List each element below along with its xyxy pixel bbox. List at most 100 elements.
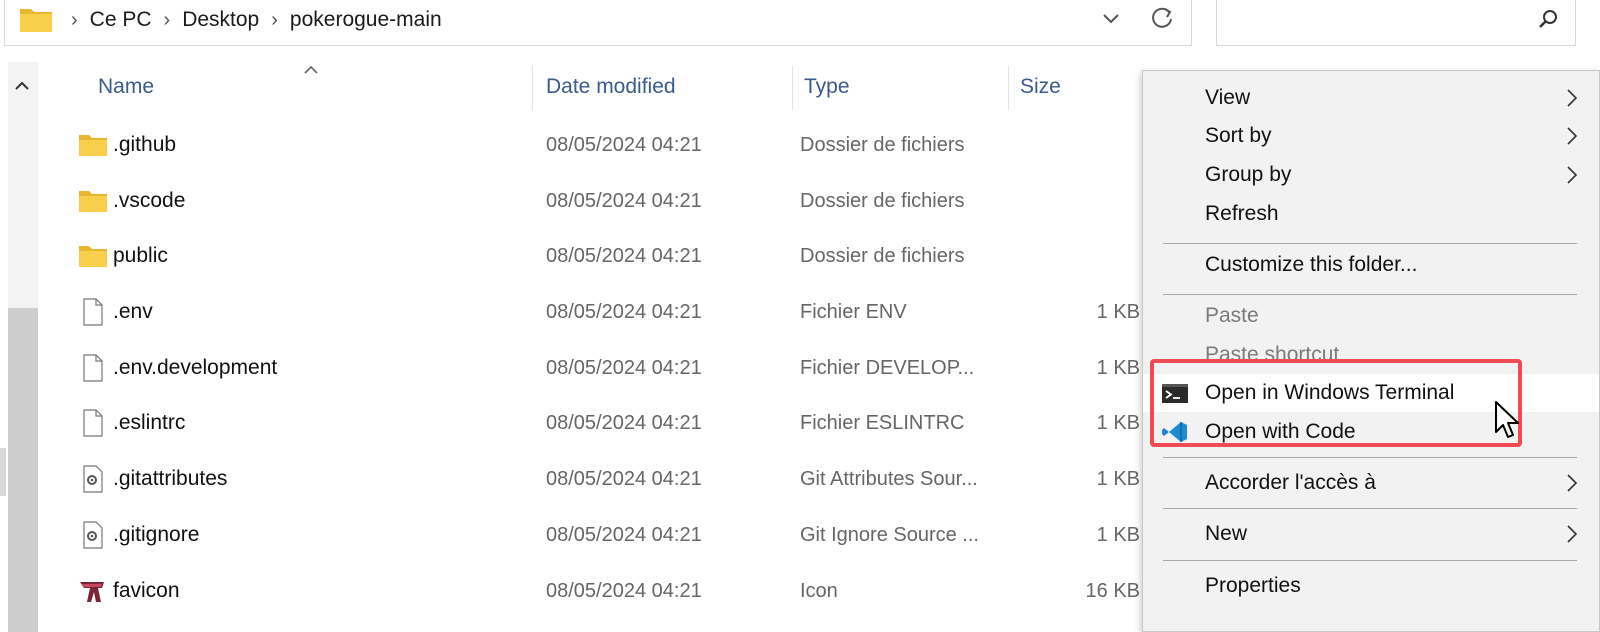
context-menu: View Sort by Group by Refresh Customize … bbox=[1142, 70, 1600, 632]
file-icon bbox=[83, 298, 103, 326]
refresh-icon[interactable] bbox=[1147, 1, 1177, 35]
file-date: 08/05/2024 04:21 bbox=[546, 134, 702, 156]
file-date: 08/05/2024 04:21 bbox=[546, 357, 702, 379]
column-header-type[interactable]: Type bbox=[804, 62, 850, 112]
chevron-down-icon[interactable] bbox=[1097, 3, 1125, 33]
file-date: 08/05/2024 04:21 bbox=[546, 190, 702, 212]
chevron-right-icon: › bbox=[271, 9, 278, 31]
column-header-size[interactable]: Size bbox=[1020, 62, 1061, 112]
file-name: .gitattributes bbox=[113, 467, 228, 490]
chevron-right-icon bbox=[1567, 127, 1578, 145]
sort-ascending-icon bbox=[304, 65, 318, 74]
file-row[interactable]: .eslintrc 08/05/2024 04:21 Fichier ESLIN… bbox=[40, 396, 1140, 450]
file-date: 08/05/2024 04:21 bbox=[546, 580, 702, 602]
search-input[interactable] bbox=[1216, 0, 1576, 46]
file-type: Fichier DEVELOP... bbox=[800, 357, 975, 379]
breadcrumb-item-desktop[interactable]: Desktop bbox=[182, 0, 259, 43]
file-name: .env bbox=[113, 300, 153, 323]
chevron-right-icon bbox=[1567, 474, 1578, 492]
file-row[interactable]: .env 08/05/2024 04:21 Fichier ENV 1 KB bbox=[40, 285, 1140, 339]
breadcrumb: › Ce PC › Desktop › pokerogue-main bbox=[59, 0, 442, 43]
menu-separator bbox=[1163, 457, 1577, 458]
menu-item-label: Customize this folder... bbox=[1205, 253, 1418, 276]
menu-item-label: New bbox=[1205, 522, 1248, 545]
breadcrumb-item-pokerogue-main[interactable]: pokerogue-main bbox=[290, 0, 442, 43]
menu-separator bbox=[1163, 243, 1577, 244]
menu-item-label: Accorder l'accès à bbox=[1205, 471, 1376, 494]
column-divider[interactable] bbox=[1008, 66, 1009, 110]
file-row[interactable]: public 08/05/2024 04:21 Dossier de fichi… bbox=[40, 229, 1140, 283]
file-icon bbox=[83, 409, 103, 437]
menu-item-label: Paste bbox=[1205, 304, 1259, 327]
file-size: 1 KB bbox=[1096, 524, 1140, 546]
menu-item-paste: Paste bbox=[1143, 297, 1599, 335]
menu-item-sort-by[interactable]: Sort by bbox=[1143, 117, 1599, 155]
file-type: Git Ignore Source ... bbox=[800, 524, 979, 546]
menu-item-view[interactable]: View bbox=[1143, 79, 1599, 117]
nav-pane-edge bbox=[0, 448, 6, 496]
file-size: 16 KB bbox=[1085, 580, 1140, 602]
file-type: Fichier ENV bbox=[800, 301, 907, 323]
file-row[interactable]: .gitignore 08/05/2024 04:21 Git Ignore S… bbox=[40, 508, 1140, 562]
menu-item-label: Group by bbox=[1205, 163, 1292, 186]
column-divider[interactable] bbox=[792, 66, 793, 110]
mouse-cursor-icon bbox=[1495, 401, 1519, 438]
folder-icon bbox=[20, 9, 52, 32]
file-date: 08/05/2024 04:21 bbox=[546, 301, 702, 323]
address-bar[interactable]: › Ce PC › Desktop › pokerogue-main bbox=[4, 0, 1192, 46]
file-type: Fichier ESLINTRC bbox=[800, 412, 965, 434]
file-size: 1 KB bbox=[1096, 468, 1140, 490]
file-date: 08/05/2024 04:21 bbox=[546, 524, 702, 546]
file-row[interactable]: .gitattributes 08/05/2024 04:21 Git Attr… bbox=[40, 452, 1140, 506]
file-name: .vscode bbox=[113, 189, 186, 212]
file-name: .gitignore bbox=[113, 523, 200, 546]
file-type: Dossier de fichiers bbox=[800, 134, 965, 156]
file-type: Dossier de fichiers bbox=[800, 190, 965, 212]
menu-item-label: Properties bbox=[1205, 574, 1301, 597]
menu-item-grant-access[interactable]: Accorder l'accès à bbox=[1143, 464, 1599, 502]
column-divider[interactable] bbox=[532, 66, 533, 110]
breadcrumb-item-ce-pc[interactable]: Ce PC bbox=[90, 0, 152, 43]
folder-icon bbox=[79, 191, 107, 212]
menu-separator bbox=[1163, 560, 1577, 561]
menu-item-customize-folder[interactable]: Customize this folder... bbox=[1143, 246, 1599, 284]
file-row[interactable]: .env.development 08/05/2024 04:21 Fichie… bbox=[40, 341, 1140, 395]
menu-separator bbox=[1163, 508, 1577, 509]
file-date: 08/05/2024 04:21 bbox=[546, 468, 702, 490]
scrollbar-thumb[interactable] bbox=[8, 308, 38, 632]
chevron-right-icon bbox=[1567, 89, 1578, 107]
file-size: 1 KB bbox=[1096, 412, 1140, 434]
file-row[interactable]: favicon 08/05/2024 04:21 Icon 16 KB bbox=[40, 564, 1140, 618]
favicon-icon bbox=[80, 582, 104, 602]
chevron-right-icon bbox=[1567, 166, 1578, 184]
git-file-icon bbox=[83, 465, 103, 493]
file-size: 1 KB bbox=[1096, 301, 1140, 323]
file-row[interactable]: .github 08/05/2024 04:21 Dossier de fich… bbox=[40, 118, 1140, 172]
file-type: Icon bbox=[800, 580, 838, 602]
menu-item-group-by[interactable]: Group by bbox=[1143, 156, 1599, 194]
menu-item-new[interactable]: New bbox=[1143, 515, 1599, 553]
chevron-right-icon: › bbox=[71, 9, 78, 31]
menu-item-label: Refresh bbox=[1205, 202, 1279, 225]
menu-item-label: Sort by bbox=[1205, 124, 1272, 147]
menu-item-properties[interactable]: Properties bbox=[1143, 567, 1599, 605]
folder-icon bbox=[79, 246, 107, 267]
file-row[interactable]: .vscode 08/05/2024 04:21 Dossier de fich… bbox=[40, 174, 1140, 228]
column-header-date-modified[interactable]: Date modified bbox=[546, 62, 676, 112]
file-date: 08/05/2024 04:21 bbox=[546, 412, 702, 434]
file-icon bbox=[83, 354, 103, 382]
file-type: Dossier de fichiers bbox=[800, 245, 965, 267]
search-icon bbox=[1539, 10, 1557, 28]
file-size: 1 KB bbox=[1096, 357, 1140, 379]
highlight-annotation bbox=[1150, 359, 1522, 447]
nav-pane-scrollbar[interactable] bbox=[8, 62, 38, 632]
menu-item-refresh[interactable]: Refresh bbox=[1143, 195, 1599, 233]
chevron-up-icon[interactable] bbox=[12, 76, 32, 96]
chevron-right-icon bbox=[1567, 525, 1578, 543]
file-date: 08/05/2024 04:21 bbox=[546, 245, 702, 267]
file-name: public bbox=[113, 244, 168, 267]
file-name: .env.development bbox=[113, 356, 278, 379]
menu-separator bbox=[1163, 294, 1577, 295]
menu-item-label: View bbox=[1205, 86, 1251, 109]
column-header-name[interactable]: Name bbox=[98, 62, 154, 112]
